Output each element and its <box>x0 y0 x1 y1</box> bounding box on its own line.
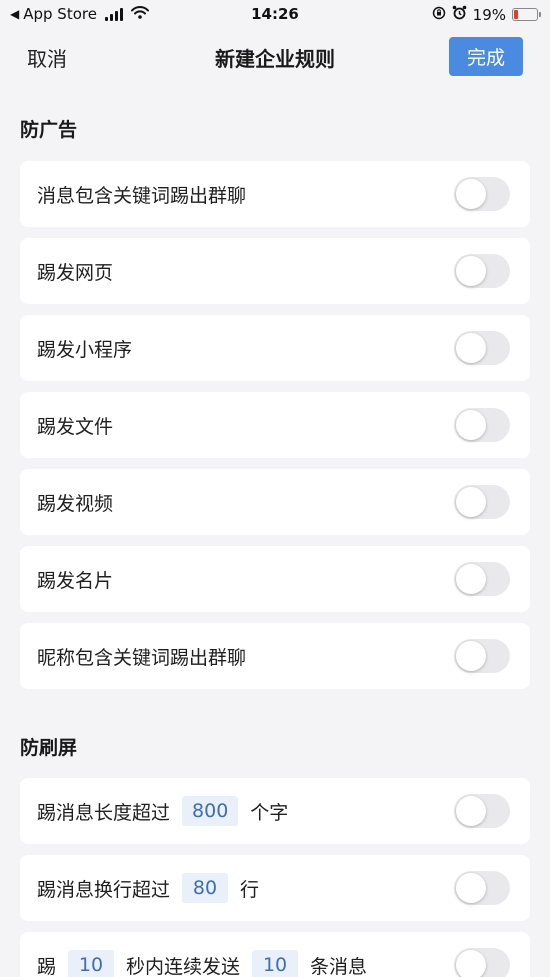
toggle-switch[interactable] <box>454 794 510 828</box>
alarm-icon <box>452 5 467 24</box>
toggle-knob <box>456 410 486 440</box>
battery-level-fill <box>514 10 519 19</box>
navigation-bar: 取消 新建企业规则 完成 <box>0 30 550 84</box>
toggle-switch[interactable] <box>454 871 510 905</box>
rule-message-lines: 踢消息换行超过 80 行 <box>20 855 530 921</box>
rule-prefix: 踢消息换行超过 <box>37 878 171 901</box>
rule-kick-file: 踢发文件 <box>20 392 530 458</box>
rule-label: 踢发网页 <box>37 261 114 284</box>
toggle-knob <box>456 256 486 286</box>
status-bar: ◀ App Store 14:26 19% <box>0 0 550 30</box>
toggle-knob <box>456 487 486 517</box>
rule-suffix: 行 <box>240 878 260 901</box>
orientation-lock-icon <box>432 6 446 24</box>
rule-suffix: 条消息 <box>310 955 368 977</box>
rule-kick-business-card: 踢发名片 <box>20 546 530 612</box>
toggle-switch[interactable] <box>454 485 510 519</box>
rule-message-frequency: 踢 10 秒内连续发送 10 条消息 <box>20 932 530 977</box>
toggle-knob <box>456 873 486 903</box>
rule-label: 踢发小程序 <box>37 338 133 361</box>
seconds-value-input[interactable]: 10 <box>68 950 115 977</box>
toggle-switch[interactable] <box>454 948 510 977</box>
done-button[interactable]: 完成 <box>449 37 523 76</box>
rule-prefix: 踢 <box>37 955 57 977</box>
length-value-input[interactable]: 800 <box>182 796 239 826</box>
toggle-knob <box>456 641 486 671</box>
rule-content: 踢消息长度超过 800 个字 <box>37 796 454 826</box>
rule-message-length: 踢消息长度超过 800 个字 <box>20 778 530 844</box>
section-title-anti-spam: 防刷屏 <box>20 737 78 759</box>
rule-content: 踢 10 秒内连续发送 10 条消息 <box>37 950 454 977</box>
battery-percent: 19% <box>472 5 506 24</box>
rule-label: 消息包含关键词踢出群聊 <box>37 184 247 207</box>
toggle-switch[interactable] <box>454 562 510 596</box>
toggle-knob <box>456 179 486 209</box>
rule-kick-video: 踢发视频 <box>20 469 530 535</box>
toggle-switch[interactable] <box>454 408 510 442</box>
toggle-switch[interactable] <box>454 639 510 673</box>
rule-label: 踢发视频 <box>37 492 114 515</box>
rule-kick-mini-program: 踢发小程序 <box>20 315 530 381</box>
cancel-button[interactable]: 取消 <box>27 43 67 72</box>
count-value-input[interactable]: 10 <box>252 950 299 977</box>
rule-content: 踢消息换行超过 80 行 <box>37 873 454 903</box>
section-title-anti-ads: 防广告 <box>20 119 78 141</box>
rule-nickname-keyword-kick: 昵称包含关键词踢出群聊 <box>20 623 530 689</box>
toggle-knob <box>456 950 486 977</box>
rule-prefix: 踢消息长度超过 <box>37 801 171 824</box>
toggle-knob <box>456 796 486 826</box>
toggle-knob <box>456 564 486 594</box>
toggle-switch[interactable] <box>454 177 510 211</box>
toggle-switch[interactable] <box>454 254 510 288</box>
lines-value-input[interactable]: 80 <box>182 873 229 903</box>
toggle-switch[interactable] <box>454 331 510 365</box>
rule-label: 踢发名片 <box>37 569 114 592</box>
status-bar-right: 19% <box>432 5 541 24</box>
toggle-knob <box>456 333 486 363</box>
rule-suffix: 个字 <box>250 801 289 824</box>
rule-kick-webpage: 踢发网页 <box>20 238 530 304</box>
new-enterprise-rule-screen: ◀ App Store 14:26 19% 取消 新建企业规则 完成 防广告 消… <box>0 0 550 977</box>
rule-label: 昵称包含关键词踢出群聊 <box>37 646 247 669</box>
rule-keyword-kick: 消息包含关键词踢出群聊 <box>20 161 530 227</box>
rule-middle: 秒内连续发送 <box>126 955 241 977</box>
rule-label: 踢发文件 <box>37 415 114 438</box>
battery-icon <box>512 8 541 21</box>
